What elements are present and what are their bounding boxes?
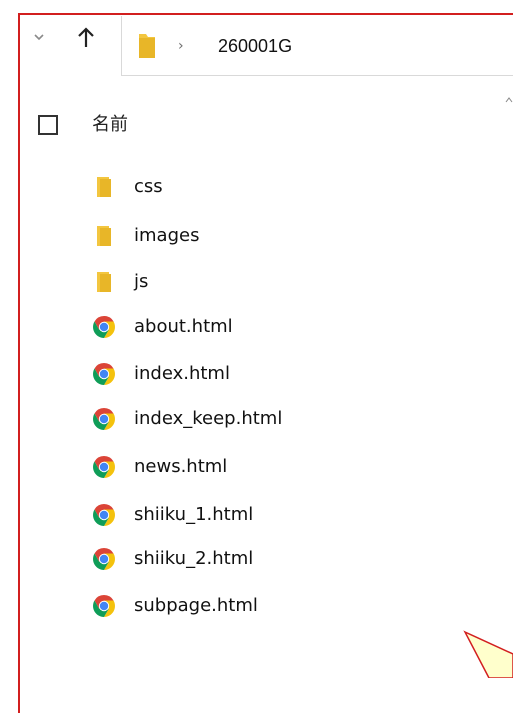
file-name: css xyxy=(134,176,163,197)
list-item-file-index-keep[interactable]: index_keep.html xyxy=(92,404,422,434)
file-name: news.html xyxy=(134,456,228,477)
list-item-file-shiiku-2[interactable]: shiiku_2.html xyxy=(92,544,422,574)
list-item-file-subpage[interactable]: subpage.html xyxy=(92,591,422,621)
folder-icon xyxy=(92,224,116,248)
chrome-html-icon xyxy=(92,362,116,386)
file-name: index_keep.html xyxy=(134,408,283,429)
list-item-folder-images[interactable]: images xyxy=(92,221,422,251)
file-name: js xyxy=(134,271,149,292)
chrome-html-icon xyxy=(92,594,116,618)
annotation-callout xyxy=(455,630,513,679)
file-name: about.html xyxy=(134,316,233,337)
chrome-html-icon xyxy=(92,503,116,527)
chrome-html-icon xyxy=(92,407,116,431)
file-name: index.html xyxy=(134,363,230,384)
file-list: css images js about.html index.html inde… xyxy=(0,0,513,678)
list-item-folder-js[interactable]: js xyxy=(92,267,422,297)
chrome-html-icon xyxy=(92,547,116,571)
folder-icon xyxy=(92,270,116,294)
chrome-html-icon xyxy=(92,315,116,339)
list-item-file-news[interactable]: news.html xyxy=(92,452,422,482)
file-name: images xyxy=(134,225,200,246)
list-item-file-about[interactable]: about.html xyxy=(92,312,422,342)
file-name: subpage.html xyxy=(134,595,258,616)
folder-icon xyxy=(92,175,116,199)
file-name: shiiku_2.html xyxy=(134,548,254,569)
chrome-html-icon xyxy=(92,455,116,479)
list-item-file-shiiku-1[interactable]: shiiku_1.html xyxy=(92,500,422,530)
list-item-folder-css[interactable]: css xyxy=(92,172,422,202)
file-name: shiiku_1.html xyxy=(134,504,254,525)
list-item-file-index[interactable]: index.html xyxy=(92,359,422,389)
